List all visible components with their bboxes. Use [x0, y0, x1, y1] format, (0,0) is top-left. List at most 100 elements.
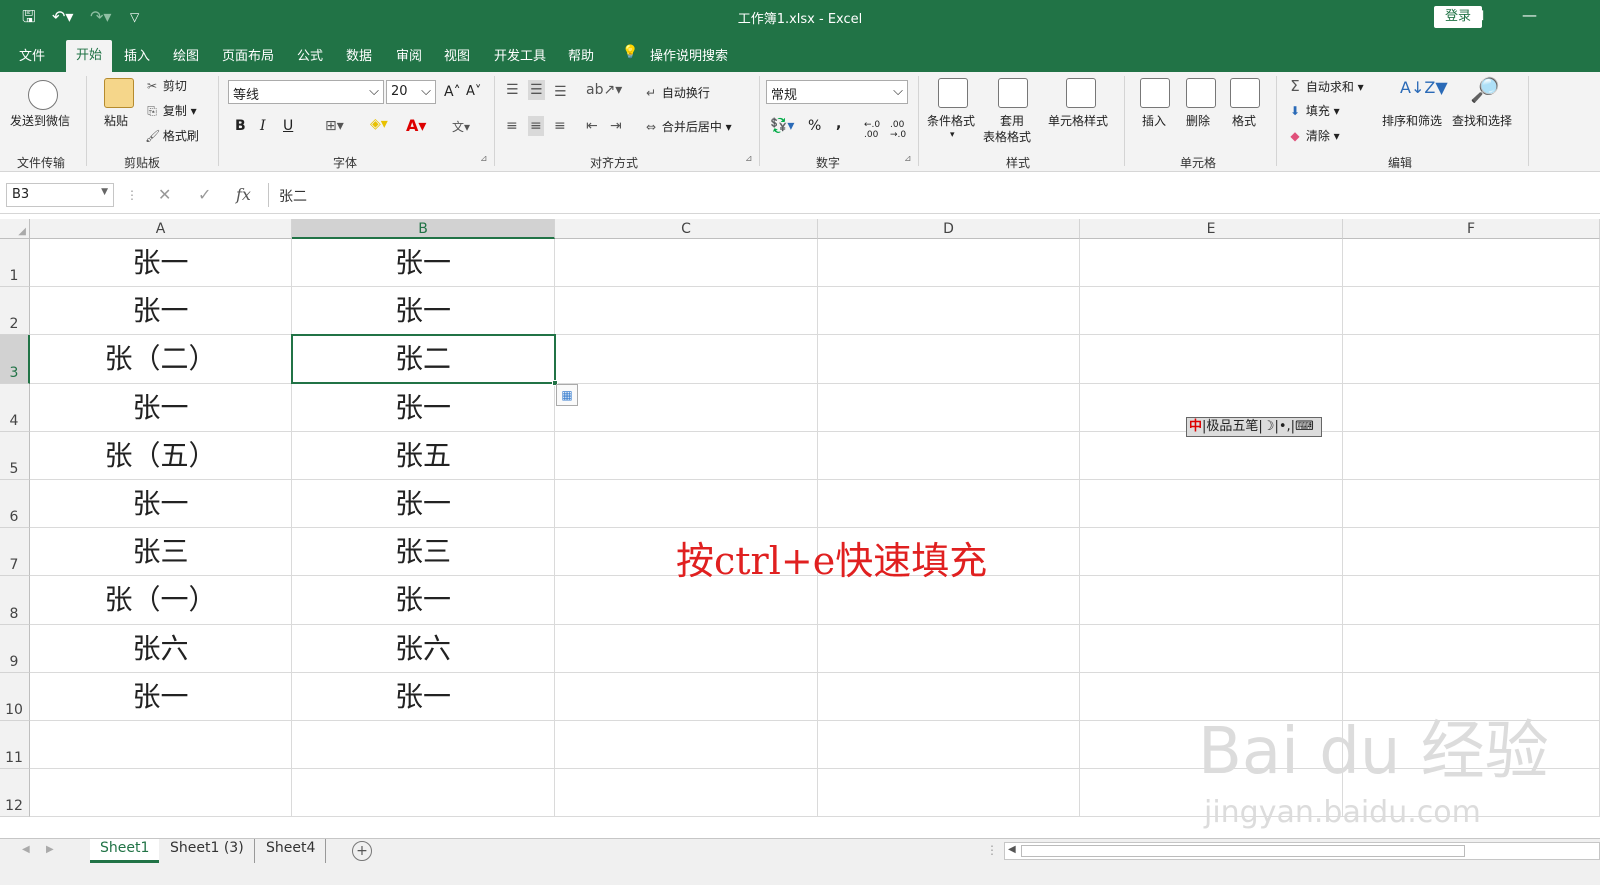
column-header-e[interactable]: E: [1080, 219, 1343, 239]
cell-e9[interactable]: [1080, 625, 1343, 673]
copy-button[interactable]: ⎘ 复制 ▾: [145, 102, 197, 119]
scrollbar-thumb[interactable]: [1021, 845, 1465, 857]
column-header-d[interactable]: D: [818, 219, 1080, 239]
align-right-icon[interactable]: ≡: [554, 118, 566, 134]
cell-e7[interactable]: [1080, 528, 1343, 576]
horizontal-scrollbar[interactable]: ◀: [1004, 842, 1600, 860]
decrease-decimal-icon[interactable]: .00 →.0: [890, 120, 906, 140]
sheet-tab[interactable]: Sheet1 (3): [160, 839, 255, 863]
find-select-button[interactable]: 查找和选择: [1452, 112, 1512, 129]
cell-f1[interactable]: [1343, 239, 1600, 287]
cell-e3[interactable]: [1080, 335, 1343, 384]
increase-decimal-icon[interactable]: ←.0.00: [864, 120, 880, 140]
add-sheet-button[interactable]: +: [352, 841, 372, 861]
cell-f7[interactable]: [1343, 528, 1600, 576]
scroll-right-icon[interactable]: ▶: [46, 844, 54, 855]
column-header-c[interactable]: C: [555, 219, 818, 239]
dialog-launcher-icon[interactable]: ⊿: [480, 154, 488, 164]
cell-f2[interactable]: [1343, 287, 1600, 335]
name-box[interactable]: B3 ▼: [6, 183, 114, 207]
minimize-icon[interactable]: —: [1522, 6, 1537, 24]
cell-e5[interactable]: [1080, 432, 1343, 480]
cell-a8[interactable]: 张（一）: [30, 576, 292, 625]
scroll-left-icon[interactable]: ◀: [1008, 844, 1016, 855]
scroll-left-icon[interactable]: ◀: [22, 844, 30, 855]
cell-c6[interactable]: [555, 480, 818, 528]
row-header[interactable]: 12: [0, 769, 30, 817]
row-header[interactable]: 4: [0, 384, 30, 432]
format-cells-button[interactable]: 格式: [1232, 112, 1256, 129]
cell-b4[interactable]: 张一: [292, 384, 555, 432]
tab-home[interactable]: 开始: [66, 40, 113, 72]
flash-fill-options-icon[interactable]: ▦: [556, 384, 578, 406]
column-header-b[interactable]: B: [292, 219, 555, 239]
borders-icon[interactable]: ⊞▾: [325, 118, 344, 134]
enter-icon[interactable]: ✓: [198, 185, 211, 204]
cell-a7[interactable]: 张三: [30, 528, 292, 576]
cell-b10[interactable]: 张一: [292, 673, 555, 721]
keyboard-icon[interactable]: ⌨: [1295, 419, 1314, 434]
cell-a9[interactable]: 张六: [30, 625, 292, 673]
cell-c2[interactable]: [555, 287, 818, 335]
row-header[interactable]: 2: [0, 287, 30, 335]
select-all-corner[interactable]: ◢: [0, 219, 30, 239]
font-color-icon[interactable]: A▾: [406, 116, 426, 135]
paste-button[interactable]: 粘贴: [104, 112, 128, 129]
align-bottom-icon[interactable]: ☰: [554, 84, 567, 100]
cell-b2[interactable]: 张一: [292, 287, 555, 335]
cell-c9[interactable]: [555, 625, 818, 673]
cell-b9[interactable]: 张六: [292, 625, 555, 673]
cell-styles-button[interactable]: 单元格样式: [1048, 112, 1108, 129]
number-format-dropdown[interactable]: 常规 ⌵: [766, 80, 908, 104]
send-to-wechat-button[interactable]: 发送到微信: [10, 112, 70, 129]
ime-toolbar[interactable]: 中|极品五笔|☽|•,|⌨: [1186, 417, 1322, 437]
increase-font-icon[interactable]: A˄: [444, 84, 461, 100]
format-as-table-label2[interactable]: 表格格式: [983, 128, 1031, 145]
italic-button[interactable]: I: [260, 118, 266, 134]
cell-c11[interactable]: [555, 721, 818, 769]
cell-e8[interactable]: [1080, 576, 1343, 625]
ribbon-display-icon[interactable]: ⊡: [1472, 6, 1485, 24]
sort-filter-button[interactable]: 排序和筛选: [1382, 112, 1442, 129]
cell-f8[interactable]: [1343, 576, 1600, 625]
cut-button[interactable]: ✂ 剪切: [145, 77, 187, 94]
row-header[interactable]: 6: [0, 480, 30, 528]
font-size-dropdown[interactable]: 20 ⌵: [386, 80, 436, 104]
cell-d11[interactable]: [818, 721, 1080, 769]
row-header[interactable]: 11: [0, 721, 30, 769]
format-painter-button[interactable]: 🖌 格式刷: [145, 127, 199, 144]
cell-a10[interactable]: 张一: [30, 673, 292, 721]
tab-page-layout[interactable]: 页面布局: [222, 45, 274, 64]
tab-data[interactable]: 数据: [346, 45, 372, 64]
comma-icon[interactable]: ,: [836, 116, 841, 132]
punct-icon[interactable]: •,: [1279, 419, 1291, 434]
cell-e1[interactable]: [1080, 239, 1343, 287]
cell-a5[interactable]: 张（五）: [30, 432, 292, 480]
column-header-f[interactable]: F: [1343, 219, 1600, 239]
cell-c3[interactable]: [555, 335, 818, 384]
cell-a6[interactable]: 张一: [30, 480, 292, 528]
cell-e2[interactable]: [1080, 287, 1343, 335]
cell-a2[interactable]: 张一: [30, 287, 292, 335]
cell-b12[interactable]: [292, 769, 555, 817]
align-top-icon[interactable]: ☰: [506, 82, 519, 98]
wrap-text-button[interactable]: ↵ 自动换行: [644, 84, 710, 101]
cell-d1[interactable]: [818, 239, 1080, 287]
column-header-a[interactable]: A: [30, 219, 292, 239]
cell-a1[interactable]: 张一: [30, 239, 292, 287]
formula-input[interactable]: 张二: [268, 183, 1600, 207]
percent-icon[interactable]: %: [808, 118, 821, 134]
fx-icon[interactable]: fx: [236, 185, 251, 204]
cell-d5[interactable]: [818, 432, 1080, 480]
cell-b7[interactable]: 张三: [292, 528, 555, 576]
conditional-format-button[interactable]: 条件格式: [927, 112, 975, 129]
cell-b5[interactable]: 张五: [292, 432, 555, 480]
cell-c1[interactable]: [555, 239, 818, 287]
cell-f9[interactable]: [1343, 625, 1600, 673]
dialog-launcher-icon[interactable]: ⊿: [745, 154, 753, 164]
cell-c5[interactable]: [555, 432, 818, 480]
row-header[interactable]: 3: [0, 335, 30, 384]
row-header[interactable]: 9: [0, 625, 30, 673]
align-center-icon[interactable]: ≡: [528, 116, 544, 136]
tell-me-search[interactable]: 操作说明搜索: [650, 45, 728, 64]
